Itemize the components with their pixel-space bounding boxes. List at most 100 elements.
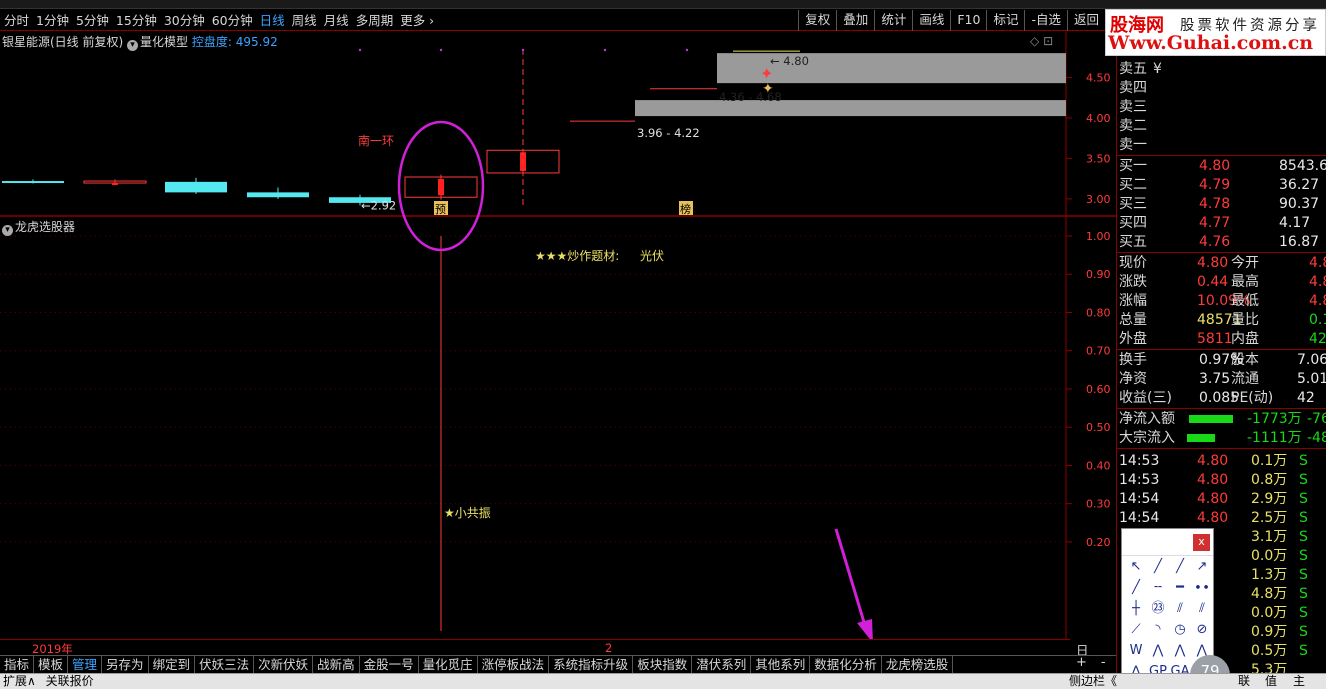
toolbar-button[interactable]: 统计 — [874, 10, 912, 31]
indicator-tab[interactable]: 涨停板战法 — [478, 656, 550, 673]
tick-side: S — [1299, 510, 1308, 526]
tick-volume: 1.3万 — [1251, 567, 1288, 583]
bid-label: 买二 — [1119, 177, 1147, 193]
indicator-tab[interactable]: 模板 — [34, 656, 69, 673]
dot-marker — [439, 48, 443, 52]
indicator-tab[interactable]: 指标 — [0, 656, 35, 673]
y-tick-label: 4.00 — [1086, 112, 1111, 125]
bid-label: 买五 — [1119, 234, 1147, 250]
indicator-tab[interactable]: 数据化分析 — [810, 656, 882, 673]
zoom-out-button[interactable]: - — [1101, 655, 1106, 673]
period-tab[interactable]: 月线 — [324, 12, 349, 29]
indicator-tab[interactable]: 战新高 — [313, 656, 360, 673]
indicator-tab[interactable]: 潜伏系列 — [692, 656, 752, 673]
linked-quote-button[interactable]: 关联报价 — [43, 674, 97, 688]
sub-pane-toggle-icon[interactable]: ▾ — [2, 225, 13, 236]
bid-label: 买三 — [1119, 196, 1147, 212]
status-main-button[interactable]: 主 — [1290, 674, 1308, 689]
stat-label: 量比 — [1231, 312, 1259, 328]
indicator-tab[interactable]: 系统指标升级 — [549, 656, 634, 673]
stat-value: 4276 — [1309, 331, 1326, 347]
line-tool-icon[interactable]: ╱ — [1147, 556, 1169, 577]
chart-canvas[interactable]: 4.50 4.00 3.50 3.00 1.00 0.90 0.80 0.70 0.60 0.5… — [0, 31, 1116, 643]
cursor-tool-icon[interactable]: ↖ — [1125, 556, 1147, 577]
toolbar-button[interactable]: 返回 — [1066, 10, 1105, 31]
stat-value: 42 — [1297, 390, 1315, 406]
period-tab[interactable]: 更多 › — [400, 12, 434, 29]
segment-tool-icon[interactable]: ╱ — [1125, 577, 1147, 598]
wave-tool-icon[interactable]: W — [1125, 640, 1147, 661]
toolbar-button[interactable]: F10 — [950, 10, 986, 31]
indicator-tab[interactable]: 板块指数 — [633, 656, 693, 673]
sidebar-toggle-button[interactable]: 侧边栏《 — [1066, 674, 1120, 689]
indicator-tab[interactable]: 金股一号 — [360, 656, 419, 673]
fib-tool-icon[interactable]: ㉓ — [1147, 598, 1169, 619]
arc-tool-icon[interactable]: ◝ — [1147, 619, 1169, 640]
channel-tool-icon[interactable]: ⫽ — [1191, 598, 1213, 619]
indicator-tab[interactable]: 其他系列 — [751, 656, 811, 673]
stat-label: 最低 — [1231, 293, 1259, 309]
status-value-button[interactable]: 值 — [1262, 674, 1280, 689]
stat-label: 净资 — [1119, 371, 1147, 387]
toolbar-button[interactable]: 叠加 — [836, 10, 874, 31]
indicator-tab[interactable]: 次新伏妖 — [254, 656, 314, 673]
bid-volume: 4.17 — [1279, 215, 1311, 231]
circle-tool-icon[interactable]: ⊘ — [1191, 619, 1213, 640]
clock-tool-icon[interactable]: ◷ — [1169, 619, 1191, 640]
indicator-tab[interactable]: 龙虎榜选股 — [882, 656, 954, 673]
indicator-toggle-icon[interactable]: ▾ — [127, 40, 139, 51]
dot-marker — [358, 48, 362, 52]
ray-tool-icon[interactable]: ╱ — [1169, 556, 1191, 577]
period-tab[interactable]: 分时 — [4, 12, 29, 29]
sub-pane-title: ▾ 龙虎选股器 — [2, 218, 75, 236]
toolbar-button[interactable]: 标记 — [986, 10, 1024, 31]
flow-extra: -48 — [1307, 430, 1326, 446]
model-label[interactable]: 量化模型 — [140, 35, 188, 49]
period-tab[interactable]: 周线 — [292, 12, 317, 29]
cycle-tool-icon[interactable]: ⋀ — [1169, 640, 1191, 661]
toolbar-button[interactable]: 复权 — [798, 10, 836, 31]
flow-value: -1773万 — [1247, 411, 1302, 427]
tick-price: 4.80 — [1197, 472, 1229, 488]
indicator-tab[interactable]: 量化觅庄 — [419, 656, 478, 673]
parallel-tool-icon[interactable]: ⫽ — [1169, 598, 1191, 619]
quote-separator — [1117, 448, 1326, 449]
toolbar-button[interactable]: -自选 — [1024, 10, 1067, 31]
hline-tool-icon[interactable]: ╌ — [1147, 577, 1169, 598]
toolbar-button[interactable]: 画线 — [912, 10, 950, 31]
zigzag-tool-icon[interactable]: ⋀ — [1147, 640, 1169, 661]
status-link-button[interactable]: 联 — [1235, 674, 1253, 689]
stat-value: 4.80 — [1197, 255, 1229, 271]
zoom-in-button[interactable]: + — [1076, 655, 1087, 673]
period-tab[interactable]: 30分钟 — [164, 12, 205, 29]
period-tab[interactable]: 多周期 — [356, 12, 394, 29]
maximize-icon[interactable]: ⊡ — [1043, 34, 1053, 48]
hray-tool-icon[interactable]: ━ — [1169, 577, 1191, 598]
period-tab[interactable]: 日线 — [260, 12, 285, 29]
pane-controls[interactable]: ◇ ⊡ — [1030, 34, 1053, 48]
period-tab[interactable]: 15分钟 — [116, 12, 157, 29]
chart-area[interactable]: 4.50 4.00 3.50 3.00 1.00 0.90 0.80 0.70 0.60 0.5… — [0, 31, 1116, 643]
indicator-tab[interactable]: 伏妖三法 — [195, 656, 255, 673]
indicator-tab[interactable]: 管理 — [68, 656, 103, 673]
period-tab[interactable]: 5分钟 — [76, 12, 109, 29]
indicator-tab[interactable]: 另存为 — [102, 656, 149, 673]
period-tab[interactable]: 1分钟 — [36, 12, 69, 29]
stat-label: 今开 — [1231, 255, 1259, 271]
stat-label: 流通 — [1231, 371, 1259, 387]
indicator-tab[interactable]: 绑定到 — [149, 656, 196, 673]
arrow-tool-icon[interactable]: ↗ — [1191, 556, 1213, 577]
resistance-zone-1 — [635, 100, 1066, 117]
gann-tool-icon[interactable]: ⟋ — [1125, 619, 1147, 640]
tick-side: S — [1299, 567, 1308, 583]
expand-button[interactable]: 扩展∧ — [0, 674, 39, 688]
period-tab[interactable]: 60分钟 — [212, 12, 253, 29]
candle-body — [165, 181, 227, 193]
palette-close-button[interactable]: x — [1193, 534, 1210, 551]
dots-tool-icon[interactable]: ∙∙ — [1191, 577, 1213, 598]
vline-tool-icon[interactable]: ┼ — [1125, 598, 1147, 619]
stat-label: 股本 — [1231, 352, 1259, 368]
sub-pane-name[interactable]: 龙虎选股器 — [15, 220, 75, 234]
diamond-icon[interactable]: ◇ — [1030, 34, 1039, 48]
palette-titlebar[interactable]: x — [1122, 529, 1213, 556]
